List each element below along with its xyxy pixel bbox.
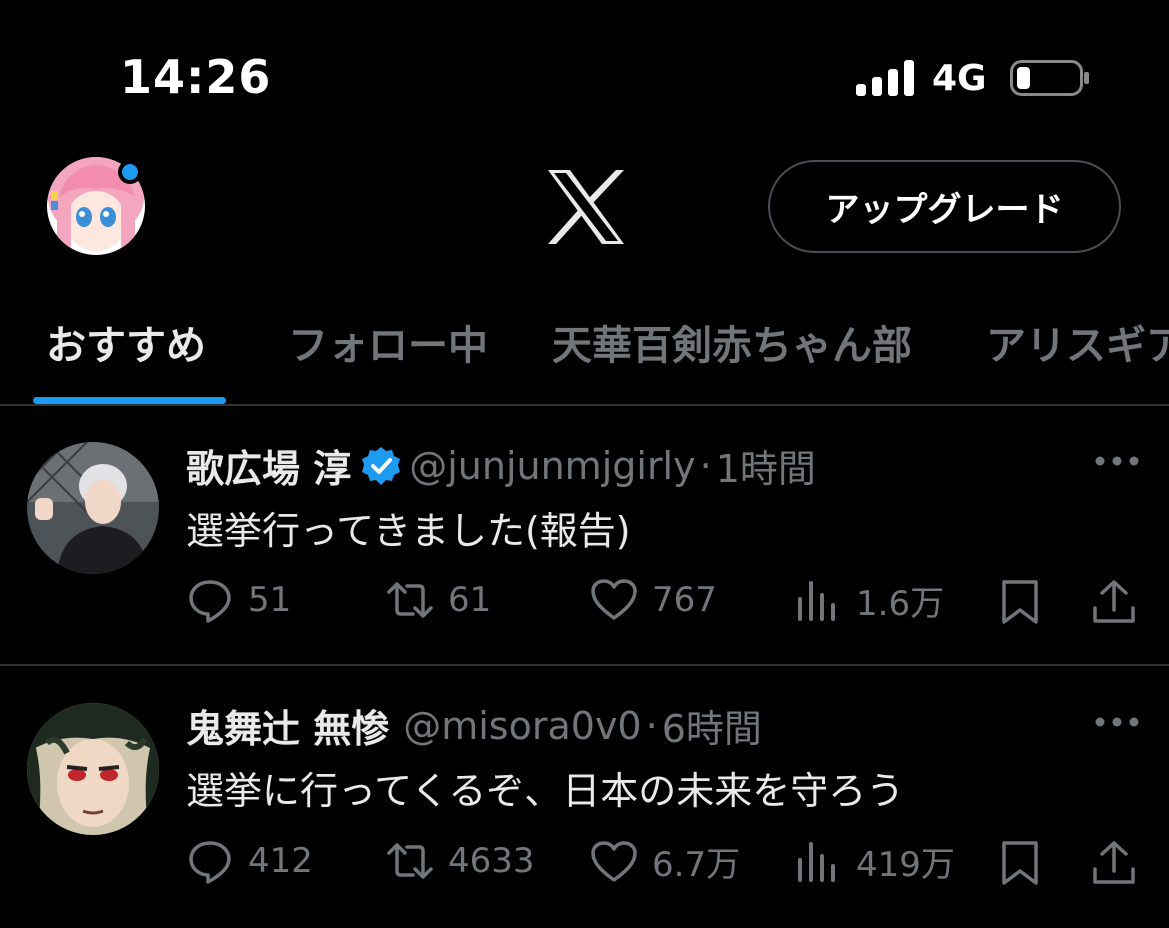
upgrade-button[interactable]: アップグレード [768, 160, 1121, 253]
network-label: 4G [932, 58, 987, 99]
post-separator: · [699, 443, 712, 488]
battery-icon [1010, 60, 1089, 96]
post-handle[interactable]: @junjunmjgirly [409, 444, 695, 488]
verified-badge-icon [362, 446, 401, 485]
post-header: 歌広場 淳 @junjunmjgirly · 1時間 [186, 438, 816, 493]
post-author-name[interactable]: 鬼舞辻 無惨 [186, 698, 389, 753]
reply-icon [189, 580, 231, 623]
more-options-icon[interactable] [1094, 714, 1140, 730]
repost-count: 4633 [448, 841, 535, 881]
tab-list-2[interactable]: アリスギア [986, 313, 1169, 371]
post-avatar[interactable] [27, 703, 159, 835]
like-button[interactable]: 767 [590, 576, 717, 624]
reply-button[interactable]: 412 [186, 837, 313, 885]
x-logo-icon[interactable] [546, 170, 626, 244]
post-text: 選挙行ってきました(報告) [186, 509, 631, 553]
post-header: 鬼舞辻 無惨 @misora0v0 · 6時間 [186, 698, 762, 753]
views-count: 419万 [856, 845, 955, 885]
reply-count: 51 [248, 580, 292, 620]
post-separator: · [645, 703, 658, 748]
share-icon[interactable] [1090, 839, 1138, 887]
post-author-name[interactable]: 歌広場 淳 [186, 438, 351, 493]
bookmark-icon[interactable] [996, 839, 1044, 887]
post-handle[interactable]: @misora0v0 [403, 704, 641, 748]
bookmark-icon[interactable] [996, 578, 1044, 626]
repost-button[interactable]: 61 [386, 576, 491, 624]
views-chart-icon [798, 841, 835, 882]
reply-button[interactable]: 51 [186, 576, 291, 624]
status-time: 14:26 [120, 50, 272, 104]
signal-icon [856, 60, 914, 96]
share-icon[interactable] [1090, 578, 1138, 626]
views-button[interactable]: 1.6万 [794, 576, 944, 625]
reply-count: 412 [248, 841, 313, 881]
like-count: 767 [652, 580, 717, 620]
repost-icon [387, 843, 433, 879]
reply-icon [189, 841, 231, 884]
more-options-icon[interactable] [1094, 453, 1140, 469]
repost-icon [387, 582, 433, 618]
tab-recommended[interactable]: おすすめ [46, 313, 206, 371]
repost-button[interactable]: 4633 [386, 837, 535, 885]
views-chart-icon [798, 580, 835, 621]
tabs-divider [0, 404, 1169, 406]
heart-icon [591, 579, 637, 620]
post-timestamp[interactable]: 6時間 [662, 698, 762, 753]
heart-icon [591, 840, 637, 882]
views-button[interactable]: 419万 [794, 837, 955, 886]
active-tab-indicator [33, 397, 226, 404]
post-timestamp[interactable]: 1時間 [716, 438, 816, 493]
views-count: 1.6万 [856, 584, 945, 624]
post-avatar[interactable] [27, 442, 159, 574]
post-text: 選挙に行ってくるぞ、日本の未来を守ろう [186, 769, 905, 813]
notification-dot [118, 160, 142, 184]
like-count: 6.7万 [652, 845, 741, 885]
like-button[interactable]: 6.7万 [590, 837, 740, 886]
app-screen: 14:26 4G アップグレード おすすめ フォロー中 天華百剣赤ちゃん部 アリ… [0, 0, 1169, 928]
tab-list-1[interactable]: 天華百剣赤ちゃん部 [552, 313, 912, 371]
tab-following[interactable]: フォロー中 [288, 313, 488, 371]
post-divider [0, 664, 1169, 666]
repost-count: 61 [448, 580, 492, 620]
